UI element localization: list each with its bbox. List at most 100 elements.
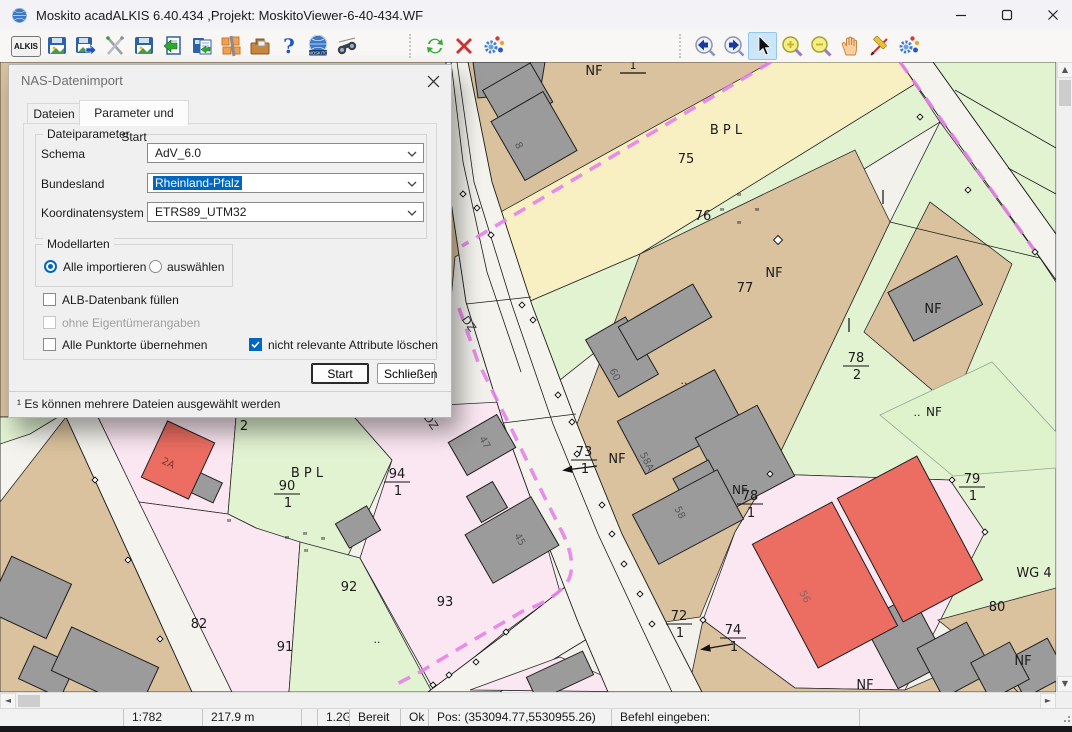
zoom-next-icon bbox=[722, 34, 746, 58]
auswaehlen-radio[interactable] bbox=[149, 260, 162, 273]
nas-datenimport-dialog: NAS-Datenimport Dateien Parameter und St… bbox=[8, 64, 452, 418]
vertical-scrollbar[interactable]: ▲ ▼ bbox=[1056, 62, 1072, 692]
measure-button[interactable] bbox=[864, 32, 893, 60]
vertical-scroll-thumb[interactable] bbox=[1059, 80, 1071, 106]
start-button[interactable]: Start bbox=[311, 363, 369, 384]
scroll-up-icon[interactable]: ▲ bbox=[1057, 62, 1072, 78]
import-document-button[interactable] bbox=[158, 32, 187, 60]
chevron-down-icon[interactable] bbox=[407, 205, 417, 219]
status-spacer bbox=[0, 709, 124, 727]
tools-icon bbox=[103, 34, 127, 58]
punktorte-checkbox[interactable] bbox=[43, 338, 56, 351]
export-document-icon bbox=[190, 34, 214, 58]
settings-gears-button[interactable] bbox=[478, 32, 507, 60]
alb-datenbank-checkbox[interactable] bbox=[43, 293, 56, 306]
alkis-button[interactable]: ALKIS bbox=[10, 32, 42, 60]
status-command-prompt[interactable]: Befehl eingeben: bbox=[612, 709, 860, 727]
svg-text:78: 78 bbox=[742, 489, 759, 504]
svg-text:1: 1 bbox=[581, 462, 589, 477]
dialog-close-icon[interactable] bbox=[423, 71, 443, 91]
bundesland-select[interactable]: Rheinland-Pfalz bbox=[147, 173, 424, 193]
export-document-button[interactable] bbox=[187, 32, 216, 60]
chevron-down-icon[interactable] bbox=[407, 176, 417, 190]
status-state: Bereit bbox=[350, 709, 401, 727]
tab-dateien[interactable]: Dateien bbox=[27, 103, 81, 125]
scroll-down-icon[interactable]: ▼ bbox=[1057, 676, 1072, 692]
zoom-next-button[interactable] bbox=[719, 32, 748, 60]
tools-button[interactable] bbox=[100, 32, 129, 60]
save-view-button[interactable] bbox=[129, 32, 158, 60]
dialog-title: NAS-Datenimport bbox=[21, 73, 123, 88]
zoom-previous-button[interactable] bbox=[690, 32, 719, 60]
select-cursor-icon bbox=[751, 34, 775, 58]
koordinatensystem-select[interactable]: ETRS89_UTM32 bbox=[147, 202, 424, 222]
svg-text:WG 4: WG 4 bbox=[1016, 566, 1051, 581]
select-cursor-button[interactable] bbox=[748, 32, 777, 60]
schliessen-button[interactable]: Schließen bbox=[377, 363, 435, 384]
svg-text:1: 1 bbox=[676, 626, 684, 641]
save-image-button[interactable] bbox=[42, 32, 71, 60]
moskito-globe-button[interactable]: MOSKITO bbox=[303, 32, 332, 60]
svg-text:91: 91 bbox=[277, 640, 294, 655]
svg-text:2: 2 bbox=[240, 419, 248, 434]
save-image-plus-button[interactable] bbox=[71, 32, 100, 60]
svg-text:76: 76 bbox=[695, 209, 712, 224]
bundesland-label: Bundesland bbox=[41, 177, 104, 191]
svg-text:2: 2 bbox=[853, 368, 861, 383]
horizontal-scroll-thumb[interactable] bbox=[18, 695, 40, 707]
status-result: Ok bbox=[401, 709, 429, 727]
toolbar: ALKIS? MOSKITO bbox=[0, 30, 1072, 63]
svg-text:93: 93 bbox=[437, 595, 454, 610]
resize-grip[interactable] bbox=[1060, 712, 1070, 722]
delete-icon bbox=[452, 34, 476, 58]
svg-text:NF: NF bbox=[608, 452, 625, 467]
svg-text:1: 1 bbox=[630, 62, 637, 72]
alle-importieren-radio[interactable] bbox=[44, 260, 57, 273]
settings-gears-button[interactable] bbox=[893, 32, 922, 60]
refresh-button[interactable] bbox=[420, 32, 449, 60]
status-position: Pos: (353094.77,5530955.26) bbox=[429, 709, 612, 727]
tab-parameter-und-start[interactable]: Parameter und Start bbox=[79, 100, 189, 126]
koordinatensystem-label: Koordinatensystem bbox=[41, 206, 144, 220]
svg-text:?: ? bbox=[283, 34, 295, 58]
zoom-out-button[interactable] bbox=[806, 32, 835, 60]
ohne-eigentuemer-checkbox[interactable] bbox=[43, 316, 56, 329]
map-sections-button[interactable] bbox=[216, 32, 245, 60]
archive-button[interactable] bbox=[245, 32, 274, 60]
svg-text:1: 1 bbox=[747, 506, 755, 521]
save-view-icon bbox=[132, 34, 156, 58]
pan-hand-icon bbox=[838, 34, 862, 58]
scroll-right-icon[interactable]: ► bbox=[1040, 693, 1056, 709]
help-button[interactable]: ? bbox=[274, 32, 303, 60]
svg-text:1: 1 bbox=[394, 484, 402, 499]
svg-text:": " bbox=[719, 206, 724, 219]
minimize-button[interactable] bbox=[950, 4, 972, 26]
window-bottom-edge bbox=[0, 726, 1072, 732]
zoom-in-button[interactable] bbox=[777, 32, 806, 60]
svg-text:82: 82 bbox=[191, 617, 208, 632]
svg-text:90: 90 bbox=[279, 479, 296, 494]
status-filler bbox=[860, 709, 1072, 727]
map-sections-icon bbox=[219, 34, 243, 58]
delete-button[interactable] bbox=[449, 32, 478, 60]
schema-select[interactable]: AdV_6.0 bbox=[147, 143, 424, 163]
svg-text:": " bbox=[320, 535, 325, 548]
close-button[interactable] bbox=[1042, 4, 1064, 26]
svg-text:MOSKITO: MOSKITO bbox=[308, 51, 328, 56]
svg-text:NF: NF bbox=[856, 678, 873, 692]
binoculars-button[interactable] bbox=[332, 32, 361, 60]
svg-text:78: 78 bbox=[848, 351, 865, 366]
maximize-button[interactable] bbox=[996, 4, 1018, 26]
attribute-loeschen-checkbox[interactable] bbox=[249, 338, 262, 351]
horizontal-scrollbar[interactable]: ◄ ► bbox=[0, 692, 1056, 709]
alle-importieren-label: Alle importieren bbox=[63, 260, 146, 274]
zoom-in-icon bbox=[780, 34, 804, 58]
svg-text:··: ·· bbox=[374, 636, 381, 649]
status-distance: 217.9 m bbox=[203, 709, 302, 727]
chevron-down-icon[interactable] bbox=[407, 146, 417, 160]
pan-hand-button[interactable] bbox=[835, 32, 864, 60]
app-icon bbox=[11, 7, 28, 24]
svg-text:72: 72 bbox=[671, 609, 688, 624]
svg-text:92: 92 bbox=[341, 580, 358, 595]
scroll-left-icon[interactable]: ◄ bbox=[0, 693, 16, 709]
